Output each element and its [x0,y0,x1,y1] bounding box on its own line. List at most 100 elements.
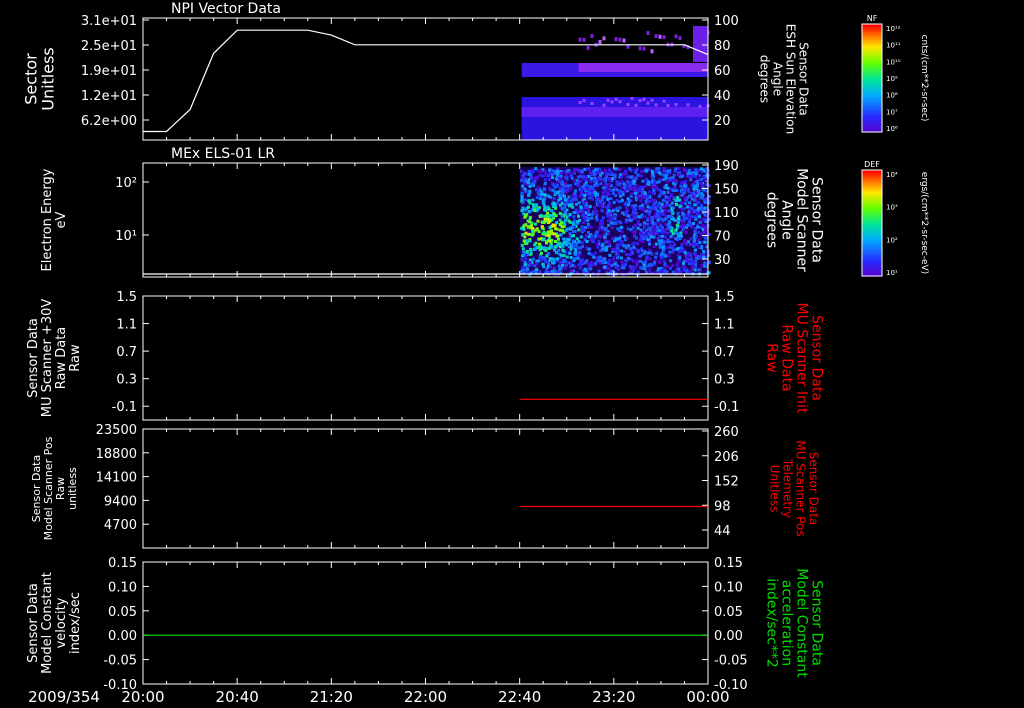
spectro-cell [654,214,658,218]
spectro-cell [531,232,535,236]
spectro-cell [634,192,638,195]
spectro-cell [600,198,604,201]
spectro-cell [634,207,637,211]
spectro-cell [633,179,637,183]
spectro-cell [648,248,651,252]
spectro-cell [662,259,666,263]
spectro-cell [686,103,690,107]
spectro-cell [557,194,561,198]
spectro-cell [557,237,560,241]
spectro-cell [688,217,691,221]
spectro-cell [638,46,642,51]
spectro-cell [551,188,555,192]
spectro-cell [577,214,580,218]
spectro-cell [583,167,587,171]
y-tick-label-right: 0.3 [714,373,735,388]
spectro-cell [653,261,657,265]
colorbar: DEF 10⁴ 10³ 10² 10¹ ergs/(cm**2-sr-sec-eV) [861,160,929,277]
y-tick-label-right: 0.00 [714,629,743,644]
spectro-cell [558,212,562,215]
spectro-cell [683,207,687,211]
spectro-cell [674,103,678,107]
spectro-cell [552,223,555,227]
spectro-cell [562,185,565,189]
spectro-cell [646,205,650,209]
spectro-cell [653,221,657,225]
y-tick-label-right: 20 [714,114,731,129]
spectro-cell [528,189,532,193]
spectro-cell [683,197,687,201]
spectro-cell [656,267,660,271]
spectro-cell [521,201,525,205]
spectro-cell [639,189,643,193]
spectro-cell [575,241,579,245]
spectro-cell [552,212,556,216]
spectro-cell [647,180,651,184]
spectro-cell [600,203,603,207]
spectro-cell [660,255,664,259]
spectro-cell [675,223,679,227]
spectro-cell [643,221,646,225]
spectro-cell [537,230,541,234]
spectro-cell [661,198,665,202]
spectro-cell [687,214,691,218]
spectro-cell [595,259,599,262]
spectro-cell [623,263,627,267]
spectro-cell [690,191,694,195]
spectro-cell [645,222,649,226]
x-axis: 20:00 20:40 21:20 22:00 22:40 23:20 00:00 2009/… [28,688,730,706]
y-axis-label-right: Angle [771,62,785,96]
spectro-cell [654,103,658,107]
spectro-cell [692,181,696,185]
spectro-cell [560,202,564,205]
spectro-cell [559,197,562,200]
spectro-cell [611,177,614,181]
spectro-cell [578,37,582,42]
y-axis-label-left: Model Constant [40,572,55,674]
spectro-cell [563,170,567,174]
spectro-cell [608,203,612,207]
spectro-cell [547,270,551,274]
spectro-cell [554,206,558,210]
colorbar: NF 10¹² 10¹¹ 10¹⁰ 10⁹ 10⁸ 10⁷ 10⁶ cnts/(cm**2-sr… [861,14,929,133]
y-axis-label-right: Telemetry [781,458,795,518]
y-tick-label-left: -0.05 [103,654,137,669]
spectro-cell [565,215,569,219]
spectro-cell [540,225,544,229]
spectro-cell [620,240,624,243]
spectro-cell [685,270,689,274]
spectro-cell [543,246,547,250]
spectro-cell [699,167,703,171]
spectro-cell [569,247,573,251]
spectro-cell [599,234,603,238]
spectro-cell [528,239,532,243]
spectro-cell [541,238,545,242]
y-tick-label-left: 1.2e+01 [81,89,137,104]
spectro-cell [562,249,566,253]
spectro-cell [543,193,547,197]
spectro-cell [585,167,589,171]
spectro-cell [675,264,679,268]
spectro-cell [643,192,647,196]
spectro-cell [582,99,586,103]
spectro-cell [536,169,540,173]
spectro-cell [610,100,614,104]
spectro-cell [689,243,692,246]
spectro-cell [569,269,573,273]
spectro-cell [701,218,705,222]
spectro-cell [542,265,546,268]
spectro-cell [567,195,571,199]
y-axis-label-right: Sensor Data [797,42,811,116]
spectro-cell [520,197,524,200]
spectro-cell [542,197,546,201]
spectro-cell [689,237,693,241]
y-axis-label-right: Sensor Data [809,315,825,401]
spectro-cell [664,214,668,218]
y-tick-label-left: 18800 [96,447,137,462]
y-axis-label-left: Raw [68,344,83,372]
y-tick-label-right: 0.7 [714,345,735,360]
spectro-cell [617,249,621,252]
spectro-cell [619,194,622,198]
spectro-cell [620,266,624,269]
spectro-cell [647,212,651,216]
